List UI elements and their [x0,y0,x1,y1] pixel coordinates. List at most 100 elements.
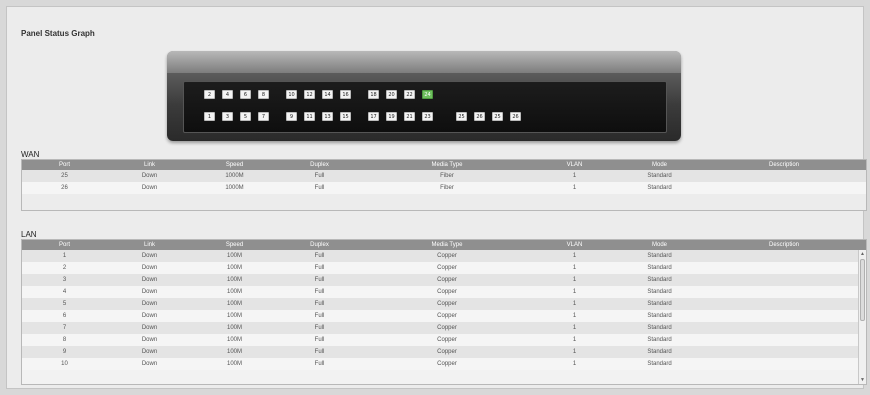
table-row[interactable]: 1 Down 100M Full Copper 1 Standard [22,250,866,262]
port-7-icon[interactable]: 7 [258,112,269,121]
table-row[interactable]: 5 Down 100M Full Copper 1 Standard [22,298,866,310]
port-5-icon[interactable]: 5 [240,112,251,121]
column-header-speed: Speed [225,162,244,168]
cell-speed: 1000M [225,173,244,179]
page: Panel Status Graph 2 4 6 8 10 12 14 16 18 20 22 24 1… [6,6,867,389]
cell-mode: Standard [647,277,672,283]
port-23-icon[interactable]: 23 [422,112,433,121]
cell-mode: Standard [647,349,672,355]
device-top [167,51,681,73]
table-row[interactable]: 25 Down 1000M Full Fiber 1 Standard [22,170,866,182]
port-9-icon[interactable]: 9 [286,112,297,121]
port-25-icon[interactable]: 25 [492,112,503,121]
port-4-icon[interactable]: 4 [222,90,233,99]
cell-description [702,310,866,322]
wan-table-header: Port Link Speed Duplex Media Type VLAN Mode Des… [22,160,866,170]
cell-speed: 100M [226,289,242,295]
port-8-icon[interactable]: 8 [258,90,269,99]
port-20-icon[interactable]: 20 [386,90,397,99]
port-21-icon[interactable]: 21 [404,112,415,121]
cell-description [702,262,866,274]
cell-link: Down [141,361,158,367]
column-header-media-type: Media Type [431,162,463,168]
port-18-icon[interactable]: 18 [368,90,379,99]
cell-link: Down [141,253,158,259]
table-row[interactable]: 6 Down 100M Full Copper 1 Standard [22,310,866,322]
wan-table-empty-area [22,194,866,210]
cell-link: Down [141,265,158,271]
cell-port: 8 [62,337,67,343]
cell-media-type: Copper [437,337,457,343]
cell-link: Down [141,289,158,295]
wan-table: Port Link Speed Duplex Media Type VLAN Mode Des… [21,159,867,211]
port-26-icon[interactable]: 26 [474,112,485,121]
cell-description [702,250,866,262]
cell-duplex: Full [314,289,325,295]
port-10-icon[interactable]: 10 [286,90,297,99]
cell-media-type: Copper [437,253,457,259]
column-header-link: Link [143,162,155,168]
cell-mode: Standard [647,173,672,179]
port-2-icon[interactable]: 2 [204,90,215,99]
cell-media-type: Fiber [440,185,454,191]
cell-speed: 100M [226,349,242,355]
cell-speed: 100M [226,253,242,259]
port-15-icon[interactable]: 15 [340,112,351,121]
column-header-description: Description [768,242,799,248]
cell-media-type: Copper [437,277,457,283]
column-header-mode: Mode [651,162,667,168]
port-16-icon[interactable]: 16 [340,90,351,99]
table-row[interactable]: 26 Down 1000M Full Fiber 1 Standard [22,182,866,194]
cell-mode: Standard [647,325,672,331]
port-19-icon[interactable]: 19 [386,112,397,121]
cell-media-type: Copper [437,265,457,271]
port-3-icon[interactable]: 3 [222,112,233,121]
cell-media-type: Fiber [440,173,454,179]
port-1-icon[interactable]: 1 [204,112,215,121]
port-14-icon[interactable]: 14 [322,90,333,99]
cell-duplex: Full [314,185,325,191]
cell-description [702,358,866,370]
table-row[interactable]: 3 Down 100M Full Copper 1 Standard [22,274,866,286]
cell-vlan: 1 [572,361,577,367]
cell-duplex: Full [314,361,325,367]
scroll-up-icon[interactable]: ▲ [859,250,866,258]
table-row[interactable]: 8 Down 100M Full Copper 1 Standard [22,334,866,346]
cell-duplex: Full [314,325,325,331]
table-row[interactable]: 2 Down 100M Full Copper 1 Standard [22,262,866,274]
switch-device-graphic: 2 4 6 8 10 12 14 16 18 20 22 24 1 3 5 7 9 11 13 15 17 19 21 23 2… [167,51,681,141]
device-port-panel: 2 4 6 8 10 12 14 16 18 20 22 24 1 3 5 7 9 11 13 15 17 19 21 23 2… [183,81,667,133]
cell-media-type: Copper [437,289,457,295]
cell-port: 10 [61,361,68,367]
cell-vlan: 1 [572,313,577,319]
port-11-icon[interactable]: 11 [304,112,315,121]
cell-description [702,170,866,182]
table-row[interactable]: 4 Down 100M Full Copper 1 Standard [22,286,866,298]
cell-duplex: Full [314,337,325,343]
cell-port: 9 [62,349,67,355]
column-header-mode: Mode [651,242,667,248]
cell-vlan: 1 [572,265,577,271]
table-row[interactable]: 9 Down 100M Full Copper 1 Standard [22,346,866,358]
cell-vlan: 1 [572,325,577,331]
cell-link: Down [141,337,158,343]
port-6-icon[interactable]: 6 [240,90,251,99]
cell-description [702,334,866,346]
port-25-icon[interactable]: 25 [456,112,467,121]
port-26-icon[interactable]: 26 [510,112,521,121]
port-13-icon[interactable]: 13 [322,112,333,121]
lan-scrollbar[interactable]: ▲ ▼ [858,250,866,384]
table-row[interactable]: 7 Down 100M Full Copper 1 Standard [22,322,866,334]
wan-label: WAN [21,150,40,159]
cell-port: 3 [62,277,67,283]
port-17-icon[interactable]: 17 [368,112,379,121]
port-24-icon[interactable]: 24 [422,90,433,99]
scroll-thumb[interactable] [860,259,865,321]
scroll-down-icon[interactable]: ▼ [859,376,866,384]
cell-mode: Standard [647,265,672,271]
cell-mode: Standard [647,301,672,307]
port-22-icon[interactable]: 22 [404,90,415,99]
cell-link: Down [141,185,158,191]
table-row[interactable]: 10 Down 100M Full Copper 1 Standard [22,358,866,370]
port-12-icon[interactable]: 12 [304,90,315,99]
